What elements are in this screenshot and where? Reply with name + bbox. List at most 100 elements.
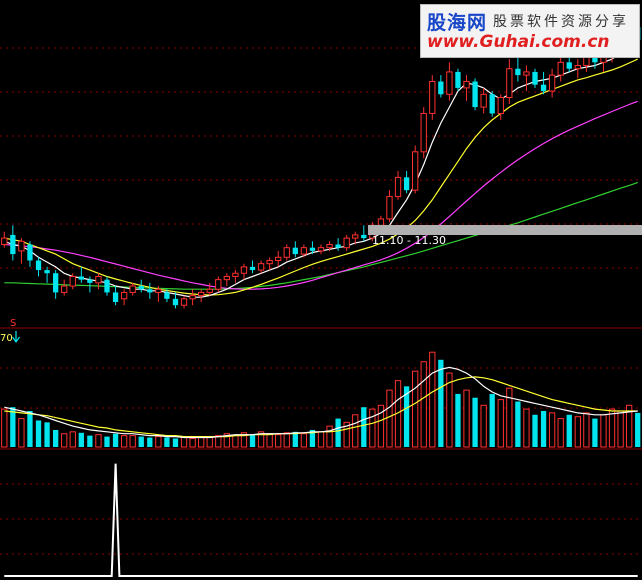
candle-up — [215, 279, 222, 290]
candle-up — [1, 237, 8, 245]
volume-bar-up — [600, 414, 607, 448]
candle-down — [35, 260, 42, 271]
candle-down — [44, 270, 50, 274]
candle-up — [95, 275, 102, 284]
watermark-slogan: 股票软件资源分享 — [493, 14, 629, 30]
candle-down — [489, 94, 495, 114]
candle-up — [206, 288, 213, 293]
watermark-brand: 股海网 — [427, 12, 488, 34]
volume-bar-down — [515, 401, 521, 447]
volume-bar-down — [112, 433, 119, 447]
candle-up — [18, 240, 25, 252]
volume-bar-up — [189, 437, 196, 448]
volume-bar-up — [18, 418, 25, 448]
volume-bar-down — [35, 420, 42, 447]
volume-bar-down — [438, 359, 444, 447]
ma5-line — [4, 41, 638, 298]
candle-down — [27, 244, 33, 261]
volume-bar-up — [155, 436, 162, 448]
candle-down — [87, 279, 93, 283]
candle-up — [69, 275, 76, 287]
signal-line — [4, 463, 638, 577]
candle-up — [232, 272, 239, 277]
candle-down — [403, 177, 410, 191]
candle-up — [446, 71, 453, 95]
volume-bar-up — [429, 351, 436, 448]
volume-bar-down — [78, 432, 84, 447]
volume-bar-up — [300, 433, 308, 448]
volume-bar-down — [635, 412, 641, 447]
candle-down — [52, 273, 59, 293]
candle-down — [249, 266, 256, 271]
volume-bar-up — [583, 412, 590, 448]
volume-bar-down — [592, 418, 598, 447]
volume-bar-up — [326, 425, 333, 448]
volume-bar-up — [617, 410, 624, 448]
candle-up — [155, 288, 162, 293]
candle-down — [10, 234, 16, 255]
price-panel — [1, 17, 641, 309]
candle-down — [112, 292, 119, 303]
candle-down — [472, 81, 478, 108]
candle-down — [78, 276, 84, 280]
candle-up — [412, 151, 419, 191]
volume-bar-up — [69, 431, 76, 448]
candle-down — [455, 71, 461, 88]
candle-down — [292, 247, 298, 255]
candle-up — [557, 61, 564, 76]
candle-up — [61, 285, 68, 293]
volume-bar-up — [523, 408, 530, 448]
candle-up — [257, 263, 265, 271]
volume-bar-down — [10, 407, 16, 447]
candle-up — [120, 291, 128, 300]
volume-bar-down — [540, 410, 547, 447]
candle-up — [266, 259, 273, 265]
stock-chart: 11.10 - 11.30 S 70 — [0, 17, 642, 577]
candle-up — [386, 196, 393, 220]
volume-bar-down — [249, 434, 256, 447]
candle-up — [189, 295, 196, 300]
candle-up — [317, 247, 325, 252]
candle-up — [394, 176, 402, 198]
candle-up — [429, 81, 436, 114]
candle-down — [147, 289, 153, 293]
watermark-url: www.Guhai.com.cn — [427, 32, 610, 52]
axis-fragment-label: 70 — [0, 333, 13, 344]
volume-bar-down — [147, 437, 153, 447]
volume-bar-up — [420, 361, 427, 448]
watermark-logo: 股海网 股票软件资源分享 www.Guhai.com.cn — [420, 4, 640, 58]
candle-down — [540, 84, 547, 92]
candle-up — [574, 65, 581, 70]
down-arrow-icon — [12, 331, 20, 344]
volume-panel — [1, 351, 641, 448]
candle-down — [515, 68, 521, 76]
candle-up — [463, 81, 470, 89]
candle-up — [240, 266, 248, 274]
candle-up — [198, 291, 205, 297]
candle-up — [497, 96, 504, 114]
candle-up — [275, 256, 282, 261]
volume-bar-down — [566, 414, 572, 447]
candle-up — [506, 68, 513, 98]
volume-bar-up — [275, 434, 282, 448]
volume-bar-down — [532, 414, 538, 447]
candle-up — [343, 237, 350, 249]
volume-bar-up — [608, 408, 616, 448]
volume-bar-down — [472, 397, 478, 447]
candle-up — [129, 285, 136, 293]
volume-bar-up — [369, 408, 376, 448]
indicator-panel — [4, 463, 638, 577]
volume-bar-down — [27, 410, 33, 447]
volume-bar-up — [412, 370, 419, 448]
volume-bar-down — [164, 437, 170, 447]
volume-bar-down — [489, 393, 495, 447]
candle-down — [532, 71, 538, 85]
candle-up — [326, 243, 333, 249]
candle-up — [420, 112, 427, 153]
candle-down — [566, 62, 572, 69]
volume-bar-down — [87, 435, 93, 447]
volume-bar-down — [44, 422, 50, 447]
candle-up — [180, 298, 188, 306]
volume-bar-down — [104, 436, 110, 447]
candle-down — [335, 244, 341, 248]
